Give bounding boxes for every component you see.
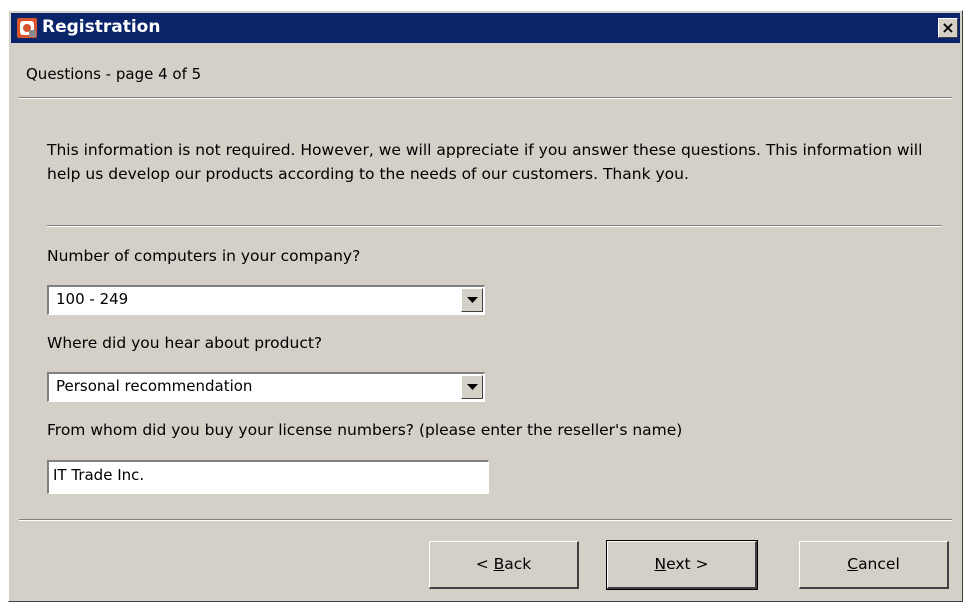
chevron-down-icon: [467, 297, 478, 303]
registration-app-icon: [17, 18, 37, 38]
chevron-down-icon: [467, 384, 478, 390]
close-icon: ×: [941, 18, 955, 37]
intro-text: This information is not required. Howeve…: [47, 141, 923, 183]
registration-dialog: Registration × Questions - page 4 of 5 T…: [8, 10, 963, 602]
source-value: Personal recommendation: [56, 377, 253, 395]
dropdown-arrow-button[interactable]: [461, 288, 483, 312]
title-bar[interactable]: Registration ×: [11, 13, 960, 43]
next-button[interactable]: Next >: [606, 540, 758, 590]
cancel-button[interactable]: Cancel: [799, 541, 949, 589]
page-heading: Questions - page 4 of 5: [26, 65, 202, 83]
window-title: Registration: [42, 17, 161, 37]
computers-count-value: 100 - 249: [56, 290, 129, 308]
close-button[interactable]: ×: [938, 18, 958, 38]
source-dropdown[interactable]: Personal recommendation: [47, 372, 485, 402]
footer-divider: [19, 519, 952, 521]
intro-divider: [47, 225, 942, 227]
reseller-label: From whom did you buy your license numbe…: [47, 421, 683, 439]
computers-count-dropdown[interactable]: 100 - 249: [47, 285, 485, 315]
source-label: Where did you hear about product?: [47, 334, 323, 352]
reseller-name-input[interactable]: IT Trade Inc.: [47, 460, 489, 494]
dropdown-arrow-button[interactable]: [461, 375, 483, 399]
computers-count-label: Number of computers in your company?: [47, 247, 361, 265]
back-button[interactable]: < Back: [429, 541, 579, 589]
heading-divider: [19, 97, 952, 99]
